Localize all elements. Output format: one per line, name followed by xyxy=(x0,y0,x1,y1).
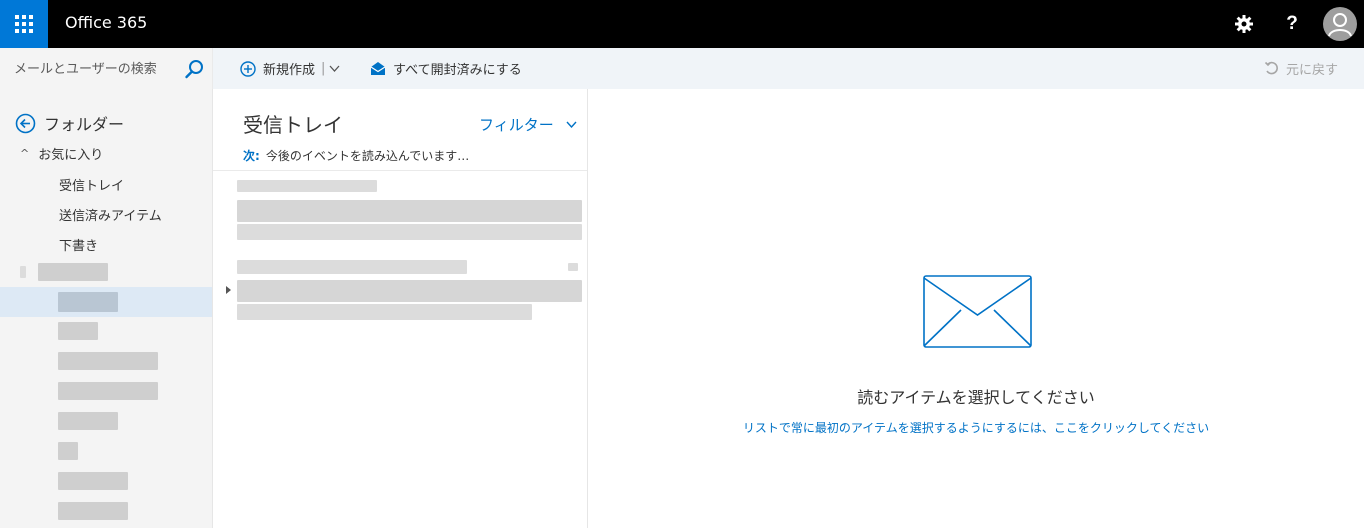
list-title: 受信トレイ xyxy=(243,113,343,137)
filter-label: フィルター xyxy=(479,116,554,134)
toolbar: 新規作成 | すべて開封済みにする 元に戻す xyxy=(213,48,1364,89)
account-button[interactable] xyxy=(1316,0,1364,48)
upcoming-events-line: 次: 今後のイベントを読み込んでいます… xyxy=(243,147,469,164)
redacted-subject xyxy=(237,280,582,302)
new-message-label: 新規作成 xyxy=(263,63,316,78)
favorites-header[interactable]: ^ お気に入り xyxy=(20,144,103,163)
reading-pane: 読むアイテムを選択してください リストで常に最初のアイテムを選択するようにするに… xyxy=(588,89,1364,528)
search-box xyxy=(0,48,213,89)
search-icon[interactable] xyxy=(184,59,204,79)
envelope-icon xyxy=(923,275,1032,348)
folder-pane-toggle[interactable]: フォルダー xyxy=(15,111,124,135)
redacted-folder-item[interactable] xyxy=(58,292,118,312)
search-input[interactable] xyxy=(14,58,179,80)
mark-all-read-label: すべて開封済みにする xyxy=(393,63,522,78)
undo-icon xyxy=(1264,61,1278,75)
waffle-icon xyxy=(15,15,33,33)
filter-button[interactable]: フィルター xyxy=(479,114,577,135)
favorites-label: お気に入り xyxy=(38,148,104,163)
app-launcher-button[interactable] xyxy=(0,0,48,48)
next-label: 次: xyxy=(243,149,260,163)
empty-reading-title: 読むアイテムを選択してください xyxy=(857,388,1095,407)
redacted-folder-item[interactable] xyxy=(58,472,128,490)
redacted-sender xyxy=(237,260,467,274)
help-button[interactable]: ? xyxy=(1268,0,1316,48)
folder-item-inbox[interactable]: 受信トレイ xyxy=(59,175,124,194)
gear-icon xyxy=(1235,15,1253,33)
redacted-folder-icon xyxy=(20,266,26,278)
next-text: 今後のイベントを読み込んでいます… xyxy=(265,149,470,163)
select-first-item-link[interactable]: リストで常に最初のアイテムを選択するようにするには、ここをクリックしてください xyxy=(588,419,1364,436)
command-bar: 新規作成 | すべて開封済みにする 元に戻す xyxy=(0,48,1364,89)
redacted-preview xyxy=(237,224,582,240)
list-divider xyxy=(213,170,587,171)
redacted-folder-item[interactable] xyxy=(58,442,78,460)
mark-all-read-button[interactable]: すべて開封済みにする xyxy=(370,48,522,89)
undo-button[interactable]: 元に戻す xyxy=(1264,48,1338,89)
open-envelope-icon xyxy=(370,61,386,75)
top-bar: Office 365 ? xyxy=(0,0,1364,48)
redacted-date xyxy=(568,263,578,271)
redacted-sender xyxy=(237,180,377,192)
redacted-folder-item[interactable] xyxy=(58,352,158,370)
folder-pane: フォルダー ^ お気に入り 受信トレイ 送信済みアイテム 下書き xyxy=(0,89,213,528)
message-list-pane: 受信トレイ フィルター 次: 今後のイベントを読み込んでいます… xyxy=(213,89,588,528)
chevron-down-icon xyxy=(566,121,577,129)
toolbar-separator: | xyxy=(321,61,326,76)
undo-label: 元に戻す xyxy=(1286,63,1339,78)
redacted-folder-item[interactable] xyxy=(58,322,98,340)
folder-item-drafts[interactable]: 下書き xyxy=(59,235,98,254)
redacted-folder-group[interactable] xyxy=(38,263,108,281)
folder-header-label: フォルダー xyxy=(44,115,125,134)
new-message-button[interactable]: 新規作成 | xyxy=(240,48,340,89)
settings-button[interactable] xyxy=(1220,0,1268,48)
help-icon: ? xyxy=(1286,13,1298,34)
redacted-preview xyxy=(237,304,532,320)
redacted-subject xyxy=(237,200,582,222)
list-item[interactable] xyxy=(213,254,587,332)
app-title[interactable]: Office 365 xyxy=(65,13,147,32)
back-arrow-icon xyxy=(15,113,36,133)
avatar-icon xyxy=(1323,7,1357,41)
chevron-up-icon: ^ xyxy=(20,147,30,160)
redacted-folder-item[interactable] xyxy=(58,382,158,400)
list-item[interactable] xyxy=(213,174,587,252)
chevron-down-icon[interactable] xyxy=(329,63,340,74)
redacted-folder-item[interactable] xyxy=(58,502,128,520)
redacted-folder-item[interactable] xyxy=(58,412,118,430)
plus-circle-icon xyxy=(240,60,256,77)
folder-item-sent[interactable]: 送信済みアイテム xyxy=(59,205,162,224)
